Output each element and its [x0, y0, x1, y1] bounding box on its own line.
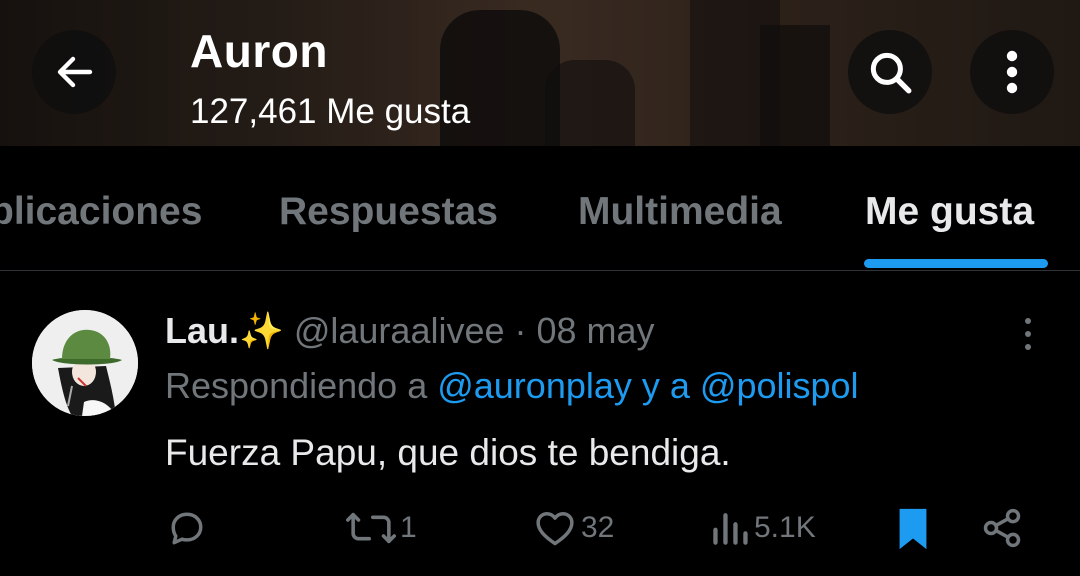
profile-tabs: plicaciones Respuestas Multimedia Me gus… — [0, 146, 1080, 270]
arrow-left-icon — [57, 56, 93, 88]
views-icon — [713, 513, 748, 545]
share-button[interactable] — [980, 505, 1024, 551]
repost-button[interactable]: 1 — [346, 505, 417, 551]
reply-icon — [171, 512, 203, 545]
views-count: 5.1K — [754, 511, 816, 544]
sparkles-emoji: ✨ — [239, 310, 284, 351]
replying-to-line: Respondiendo a @auronplay y a @polispol — [165, 365, 859, 407]
bookmark-icon — [899, 508, 927, 550]
repost-count: 1 — [400, 511, 417, 544]
author-name[interactable]: Lau. — [165, 310, 239, 351]
more-vertical-icon — [1025, 318, 1031, 350]
more-vertical-icon — [1006, 50, 1018, 94]
bookmark-button[interactable] — [893, 505, 933, 551]
back-button[interactable] — [32, 30, 116, 114]
profile-name: Auron — [190, 25, 328, 77]
search-button[interactable] — [848, 30, 932, 114]
repost-icon — [346, 512, 396, 544]
views-button[interactable]: 5.1K — [710, 505, 816, 551]
reply-mentions[interactable]: @auronplay y a @polispol — [437, 365, 858, 406]
tab-respuestas[interactable]: Respuestas — [279, 190, 498, 234]
tab-publicaciones[interactable]: plicaciones — [0, 190, 202, 234]
profile-header: Auron 127,461 Me gusta — [0, 0, 1080, 146]
reply-button[interactable] — [165, 505, 209, 551]
profile-likes-count: 127,461 Me gusta — [190, 92, 471, 131]
like-count: 32 — [581, 511, 615, 544]
post-more-button[interactable] — [1008, 312, 1048, 356]
active-tab-indicator — [864, 259, 1048, 268]
author-handle-and-date[interactable]: @lauraalivee · 08 may — [284, 310, 655, 351]
tab-me-gusta[interactable]: Me gusta — [865, 190, 1034, 234]
avatar-illustration — [32, 310, 138, 416]
heart-icon — [536, 511, 574, 546]
share-icon — [983, 508, 1021, 548]
post-header: Lau.✨ @lauraalivee · 08 may — [165, 310, 655, 352]
tab-multimedia[interactable]: Multimedia — [578, 190, 782, 234]
more-options-button[interactable] — [970, 30, 1054, 114]
post-text: Fuerza Papu, que dios te bendiga. — [165, 432, 731, 473]
like-button[interactable]: 32 — [533, 505, 614, 551]
divider — [0, 270, 1080, 271]
replying-to-label: Respondiendo a — [165, 365, 438, 406]
avatar[interactable] — [32, 310, 138, 416]
search-icon — [870, 52, 912, 94]
